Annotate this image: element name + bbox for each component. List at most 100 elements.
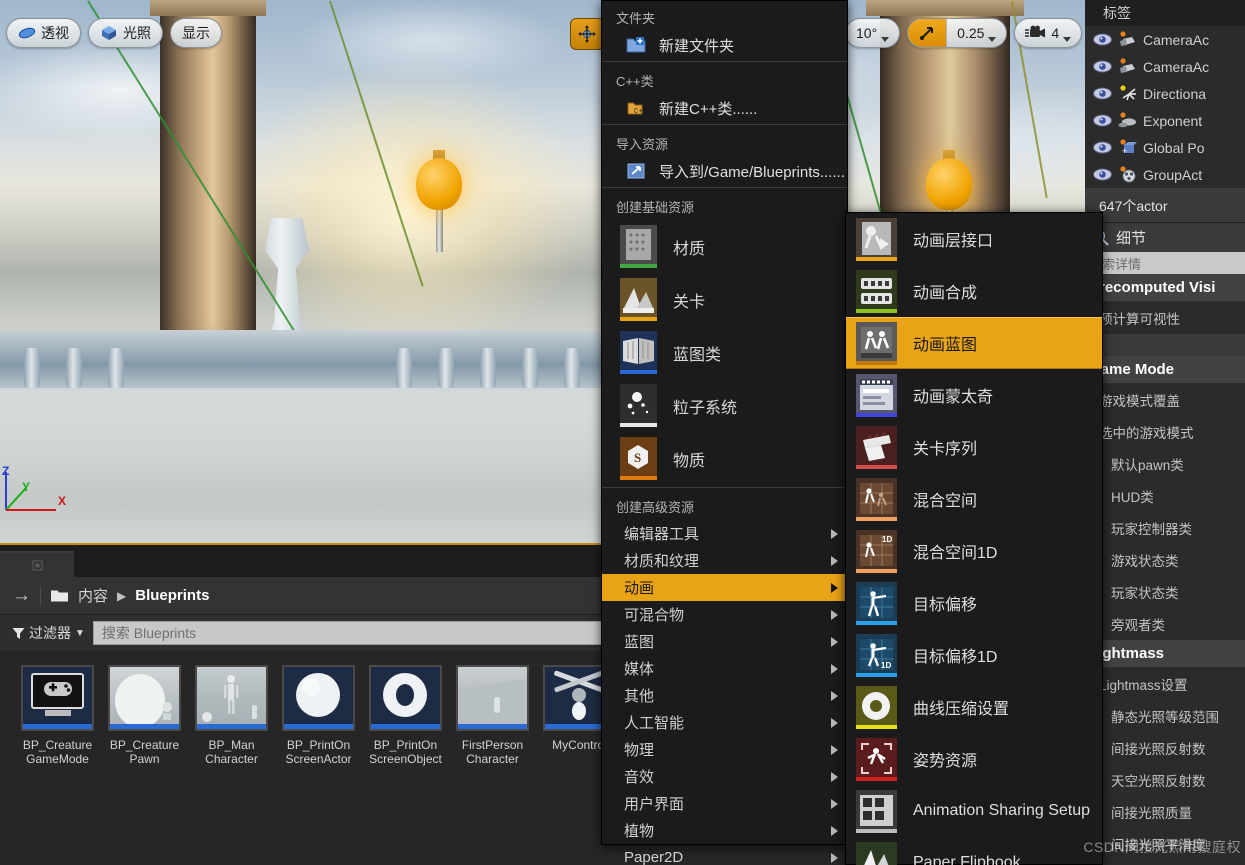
details-section-heading[interactable]: Game Mode [1085, 356, 1245, 384]
breadcrumb-root[interactable]: 内容 [78, 585, 108, 606]
asset-thumbnail[interactable] [21, 665, 94, 731]
chevron-down-icon[interactable] [1063, 37, 1072, 42]
viewport-perspective-button[interactable]: 透视 [6, 18, 81, 48]
anim-menu-item-pose-asset[interactable]: 姿势资源 [846, 733, 1102, 785]
anim-menu-item-aim-offset-1d[interactable]: 1D 目标偏移1D [846, 629, 1102, 681]
scale-snap-value-button[interactable]: 0.25 [946, 19, 1006, 47]
asset-tile[interactable]: BP_PrintOn ScreenObject [362, 665, 449, 766]
eye-icon[interactable] [1093, 60, 1112, 73]
details-property-row[interactable]: 默认pawn类 [1085, 448, 1245, 480]
asset-thumbnail[interactable] [282, 665, 355, 731]
outliner-row[interactable]: + Global Po [1085, 134, 1245, 161]
details-section-heading[interactable]: Precomputed Visi [1085, 274, 1245, 302]
asset-tile[interactable]: FirstPerson Character [449, 665, 536, 766]
details-property-row[interactable]: 间接光照质量 [1085, 796, 1245, 828]
anim-menu-item-layer-interface[interactable]: 动画层接口 [846, 213, 1102, 265]
anim-menu-item-curve-compression[interactable]: 曲线压缩设置 [846, 681, 1102, 733]
details-property-row[interactable]: 预计算可视性 [1085, 302, 1245, 334]
anim-menu-item-level-sequence[interactable]: 关卡序列 [846, 421, 1102, 473]
submenu-item-media[interactable]: 媒体 [602, 655, 847, 682]
eye-icon[interactable] [1093, 33, 1112, 46]
scale-snap-group[interactable]: 0.25 [907, 18, 1008, 48]
camera-speed-button[interactable]: 4 [1015, 19, 1081, 47]
submenu-item-foliage[interactable]: 植物 [602, 817, 847, 844]
details-property-row[interactable]: Lightmass设置 [1085, 668, 1245, 700]
details-property-row[interactable]: 游戏状态类 [1085, 544, 1245, 576]
submenu-item-paper2d[interactable]: Paper2D [602, 844, 847, 865]
anim-menu-item-composite[interactable]: 动画合成 [846, 265, 1102, 317]
outliner-row[interactable]: Exponent [1085, 107, 1245, 134]
details-property-row[interactable]: 间接光照反射数 [1085, 732, 1245, 764]
anim-menu-item-blend-space[interactable]: 混合空间 [846, 473, 1102, 525]
outliner-row[interactable]: GroupAct [1085, 161, 1245, 188]
outliner-label-column-header[interactable]: 标签 [1085, 3, 1131, 23]
anim-menu-item-animation-sharing-setup[interactable]: Animation Sharing Setup [846, 785, 1102, 837]
angle-snap-value-button[interactable]: 10° [846, 19, 899, 47]
scale-snap-toggle[interactable] [908, 19, 947, 47]
axis-label-y: Y [22, 480, 31, 494]
submenu-item-editor-tools[interactable]: 编辑器工具 [602, 520, 847, 547]
anim-menu-item-aim-offset[interactable]: 目标偏移 [846, 577, 1102, 629]
asset-thumbnail[interactable] [456, 665, 529, 731]
asset-tile[interactable]: BP_Creature Pawn [101, 665, 188, 766]
asset-tile[interactable]: BP_Man Character [188, 665, 275, 766]
anim-menu-item-blueprint[interactable]: 动画蓝图 [846, 317, 1102, 369]
details-property-row[interactable]: 旁观者类 [1085, 608, 1245, 640]
submenu-item-animation[interactable]: 动画 [602, 574, 847, 601]
menu-item-import[interactable]: 导入到/Game/Blueprints...... [602, 157, 847, 185]
submenu-item-physics[interactable]: 物理 [602, 736, 847, 763]
menu-item-new-cpp-class[interactable]: C++ 新建C++类...... [602, 94, 847, 122]
eye-icon[interactable] [1093, 141, 1112, 154]
forward-arrow-icon[interactable]: → [12, 586, 31, 605]
menu-item-blueprint-class[interactable]: 蓝图类 [602, 326, 847, 379]
submenu-item-sounds[interactable]: 音效 [602, 763, 847, 790]
angle-snap-group[interactable]: 10° [845, 18, 901, 48]
chevron-down-icon[interactable] [988, 37, 997, 42]
menu-item-substance[interactable]: S 物质 [602, 432, 847, 485]
submenu-item-materials-textures[interactable]: 材质和纹理 [602, 547, 847, 574]
move-gizmo-button[interactable] [570, 18, 604, 50]
details-section-heading[interactable]: Lightmass [1085, 640, 1245, 668]
details-property-row[interactable]: 静态光照等级范围 [1085, 700, 1245, 732]
menu-item-level[interactable]: 关卡 [602, 273, 847, 326]
menu-item-material[interactable]: 材质 [602, 220, 847, 273]
outliner-row[interactable]: CameraAc [1085, 26, 1245, 53]
details-property-row[interactable]: 玩家控制器类 [1085, 512, 1245, 544]
details-property-row[interactable]: HUD类 [1085, 480, 1245, 512]
details-search-input[interactable]: 搜索详情 [1085, 252, 1245, 274]
asset-type-bar [856, 412, 897, 417]
viewport-lighting-button[interactable]: 光照 [88, 18, 163, 48]
content-browser-tab[interactable] [0, 551, 74, 577]
details-property-row[interactable]: 选中的游戏模式 [1085, 416, 1245, 448]
submenu-item-user-interface[interactable]: 用户界面 [602, 790, 847, 817]
chevron-down-icon[interactable] [881, 37, 890, 42]
asset-thumbnail[interactable] [195, 665, 268, 731]
asset-thumbnail[interactable] [108, 665, 181, 731]
anim-menu-item-montage[interactable]: 动画蒙太奇 [846, 369, 1102, 421]
outliner-row[interactable]: Directiona [1085, 80, 1245, 107]
breadcrumb-current[interactable]: Blueprints [135, 587, 209, 604]
anim-menu-item-blend-space-1d[interactable]: 1D 混合空间1D [846, 525, 1102, 577]
submenu-item-misc[interactable]: 其他 [602, 682, 847, 709]
details-property-row[interactable]: 玩家状态类 [1085, 576, 1245, 608]
details-property-row[interactable]: 游戏模式覆盖 [1085, 384, 1245, 416]
camera-speed-group[interactable]: 4 [1014, 18, 1083, 48]
viewport-show-button[interactable]: 显示 [170, 18, 222, 48]
filter-button[interactable]: 过滤器 ▼ [12, 623, 85, 643]
outliner-row[interactable]: CameraAc [1085, 53, 1245, 80]
asset-tile[interactable]: BP_PrintOn ScreenActor [275, 665, 362, 766]
anim-menu-item-paper-flipbook[interactable]: Paper Flipbook [846, 837, 1102, 865]
chevron-down-icon[interactable]: ▼ [75, 628, 85, 639]
eye-icon[interactable] [1093, 87, 1112, 100]
submenu-item-blendables[interactable]: 可混合物 [602, 601, 847, 628]
menu-item-new-folder[interactable]: 新建文件夹 [602, 31, 847, 59]
submenu-item-blueprints[interactable]: 蓝图 [602, 628, 847, 655]
eye-icon[interactable] [1093, 168, 1112, 181]
chevron-right-icon [831, 609, 838, 620]
asset-thumbnail[interactable] [369, 665, 442, 731]
menu-item-particle-system[interactable]: 粒子系统 [602, 379, 847, 432]
submenu-item-artificial-intelligence[interactable]: 人工智能 [602, 709, 847, 736]
eye-icon[interactable] [1093, 114, 1112, 127]
asset-tile[interactable]: BP_Creature GameMode [14, 665, 101, 766]
details-property-row[interactable]: 天空光照反射数 [1085, 764, 1245, 796]
